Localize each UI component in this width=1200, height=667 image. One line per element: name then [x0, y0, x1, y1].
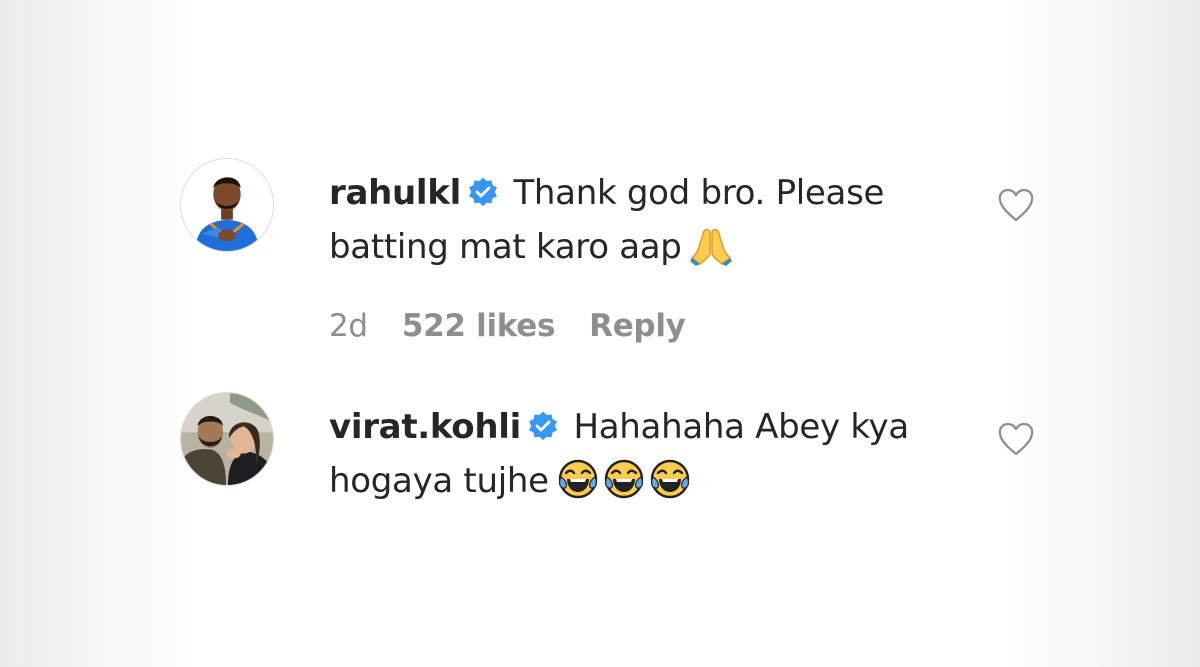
comment-text: rahulkl Thank god bro. Please batting ma… — [329, 166, 989, 274]
comment-likes-count[interactable]: 522 likes — [402, 308, 556, 344]
comment-username[interactable]: rahulkl — [329, 173, 461, 213]
comment-text-line1: Thank god bro. Please — [513, 173, 885, 213]
comment-text-line2: hogaya tujhe — [329, 461, 549, 501]
heart-outline-icon[interactable] — [997, 187, 1035, 223]
avatar-photo — [181, 159, 273, 251]
heart-outline-icon[interactable] — [997, 421, 1035, 457]
tears-of-joy-emoji-icon — [557, 458, 599, 500]
comment-time: 2d — [329, 308, 368, 344]
comment-list: rahulkl Thank god bro. Please batting ma… — [0, 0, 1200, 667]
avatar-photo — [181, 393, 273, 485]
verified-badge-icon — [527, 410, 559, 442]
comment-text-line2: batting mat karo aap — [329, 227, 682, 267]
reply-button[interactable]: Reply — [589, 308, 686, 344]
avatar-rahulkl[interactable] — [180, 158, 274, 252]
folded-hands-emoji-icon — [689, 224, 732, 266]
comment-username[interactable]: virat.kohli — [329, 407, 521, 447]
tears-of-joy-emoji-icon — [649, 458, 691, 500]
comment-text: virat.kohli Hahahaha Abey kya hogaya tuj… — [329, 400, 989, 508]
comment-meta: 2d 522 likes Reply — [329, 308, 720, 344]
comment-text-line1: Hahahaha Abey kya — [573, 407, 909, 447]
tears-of-joy-emoji-icon — [603, 458, 645, 500]
avatar-virat-kohli[interactable] — [180, 392, 274, 486]
verified-badge-icon — [467, 176, 499, 208]
